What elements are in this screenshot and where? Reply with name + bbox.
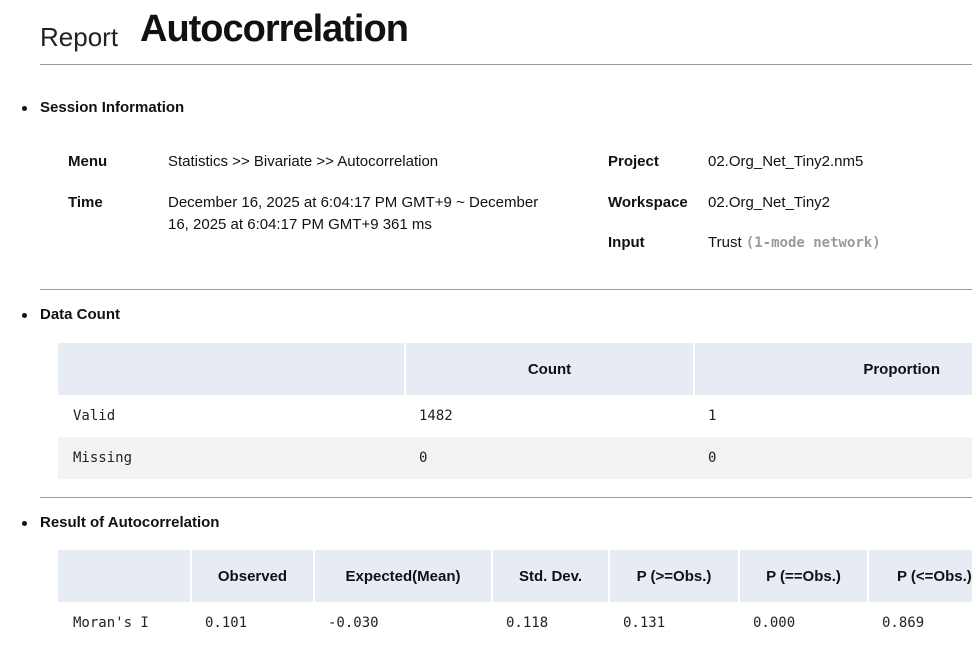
report-page: Report Autocorrelation Session Informati… xyxy=(0,0,972,654)
report-label: Report xyxy=(40,22,119,52)
project-value: 02.Org_Net_Tiny2.nm5 xyxy=(708,153,864,170)
column-header xyxy=(58,343,404,395)
workspace-value: 02.Org_Net_Tiny2 xyxy=(708,194,831,211)
time-key: Time xyxy=(68,194,103,211)
project-key: Project xyxy=(608,153,659,170)
input-value-wrapper: Trust (1-mode network) xyxy=(708,232,881,254)
column-header: Std. Dev. xyxy=(491,550,608,602)
table-cell: 1 xyxy=(708,408,717,424)
input-key: Input xyxy=(608,234,645,251)
table-cell: 0.000 xyxy=(753,615,796,631)
column-header xyxy=(58,550,190,602)
column-header: Observed xyxy=(190,550,313,602)
column-header: Expected(Mean) xyxy=(313,550,491,602)
column-header: Count xyxy=(404,343,693,395)
table-cell: 0 xyxy=(404,437,693,479)
table-header-row: Observed Expected(Mean) Std. Dev. P (>=O… xyxy=(58,550,972,602)
bullet-icon xyxy=(22,106,27,111)
table-row: Missing 0 0 xyxy=(58,437,972,479)
table-header-row: Count Proportion xyxy=(58,343,972,395)
bullet-icon xyxy=(22,521,27,526)
table-row: Moran's I 0.101 -0.030 0.118 0.131 0.000… xyxy=(58,602,972,644)
table-cell: 0.118 xyxy=(506,615,549,631)
column-header: Proportion xyxy=(693,343,972,395)
input-value: Trust xyxy=(708,234,742,251)
table-cell: 0 xyxy=(693,437,972,479)
input-type: (1-mode network) xyxy=(745,235,881,251)
divider xyxy=(40,497,972,498)
workspace-key: Workspace xyxy=(608,194,688,211)
column-header: P (==Obs.) xyxy=(738,550,867,602)
page-title: Autocorrelation xyxy=(140,8,409,50)
table-cell: 0.869 xyxy=(882,615,925,631)
table-row: Valid 1482 1 xyxy=(58,395,972,437)
table-cell: 0.101 xyxy=(205,615,248,631)
column-header: P (>=Obs.) xyxy=(608,550,738,602)
time-value: December 16, 2025 at 6:04:17 PM GMT+9 ~ … xyxy=(168,194,539,233)
table-cell: Moran's I xyxy=(73,615,149,631)
result-table: Observed Expected(Mean) Std. Dev. P (>=O… xyxy=(58,550,972,644)
table-cell: Valid xyxy=(73,408,116,424)
column-header: P (<=Obs.) xyxy=(867,550,972,602)
bullet-icon xyxy=(22,313,27,318)
table-cell: Missing xyxy=(58,437,404,479)
divider xyxy=(40,289,972,290)
menu-key: Menu xyxy=(68,153,108,170)
report-header: Report Autocorrelation xyxy=(40,8,972,65)
section-title-session: Session Information xyxy=(40,99,185,116)
data-count-table: Count Proportion Valid 1482 1 Missing 0 … xyxy=(58,343,972,479)
menu-value: Statistics >> Bivariate >> Autocorrelati… xyxy=(168,153,439,170)
table-cell: -0.030 xyxy=(328,615,379,631)
table-cell: 1482 xyxy=(419,408,453,424)
section-title-result: Result of Autocorrelation xyxy=(40,514,220,531)
table-cell: 0.131 xyxy=(623,615,666,631)
section-title-data-count: Data Count xyxy=(40,306,120,323)
